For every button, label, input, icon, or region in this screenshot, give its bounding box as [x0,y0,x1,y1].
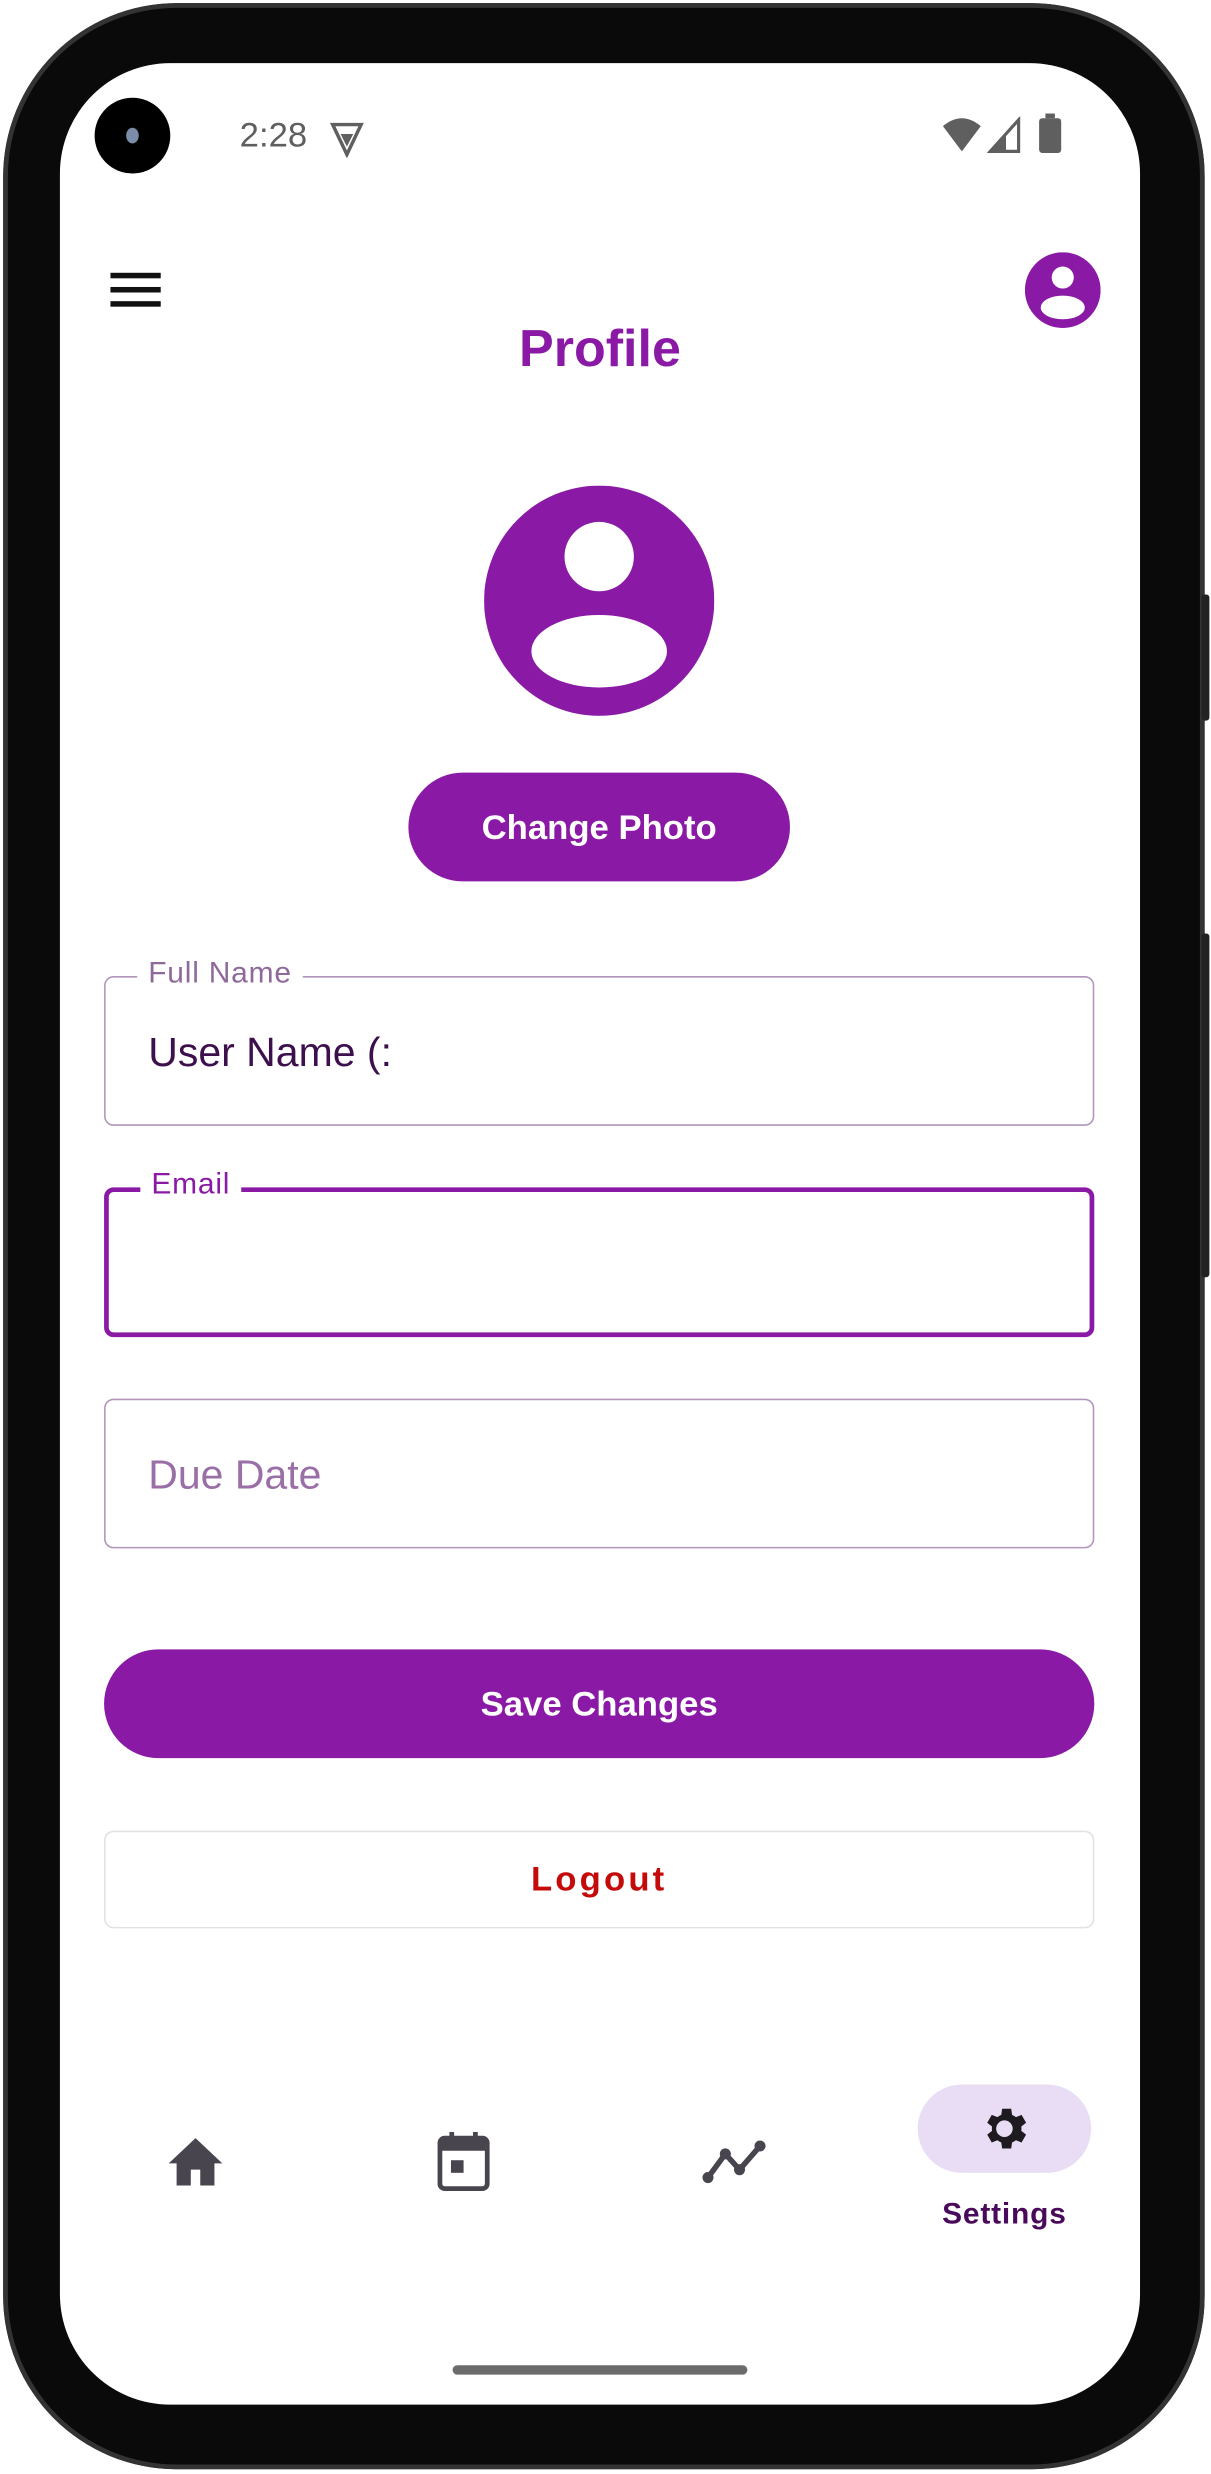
logout-button[interactable]: Logout [104,1830,1095,1929]
camera-cutout [94,97,171,174]
due-date-placeholder: Due Date [148,1450,322,1498]
wifi-icon [942,118,981,152]
screen: 2:28 Profile Change Photo Full Name User… [59,63,1141,2405]
trend-chart-icon[interactable] [702,2138,768,2185]
power-button [1201,933,1210,1278]
full-name-label: Full Name [137,957,303,992]
home-indicator[interactable] [452,2365,748,2375]
settings-nav-label[interactable]: Settings [907,2198,1103,2233]
due-date-field[interactable]: Due Date [104,1398,1095,1549]
signal-icon [987,116,1021,153]
settings-gear-icon [987,2108,1027,2149]
profile-avatar-icon [484,485,715,716]
volume-button [1201,594,1210,721]
device: 2:28 Profile Change Photo Full Name User… [0,0,1211,2474]
email-label: Email [140,1168,242,1204]
vpn-shield-icon [329,122,364,158]
email-field[interactable]: Email [104,1168,1095,1338]
hamburger-menu-icon[interactable] [110,270,161,311]
home-icon[interactable] [167,2135,224,2189]
full-name-field[interactable]: Full Name User Name (: [104,957,1095,1126]
change-photo-button[interactable]: Change Photo [408,772,790,882]
calendar-icon[interactable] [437,2131,491,2192]
account-icon[interactable] [1024,252,1101,328]
settings-nav-item[interactable] [917,2084,1092,2173]
save-changes-button[interactable]: Save Changes [104,1649,1095,1759]
battery-icon [1039,113,1062,153]
full-name-value: User Name (: [148,1028,392,1076]
status-time: 2:28 [239,115,308,155]
page-title: Profile [518,318,681,377]
